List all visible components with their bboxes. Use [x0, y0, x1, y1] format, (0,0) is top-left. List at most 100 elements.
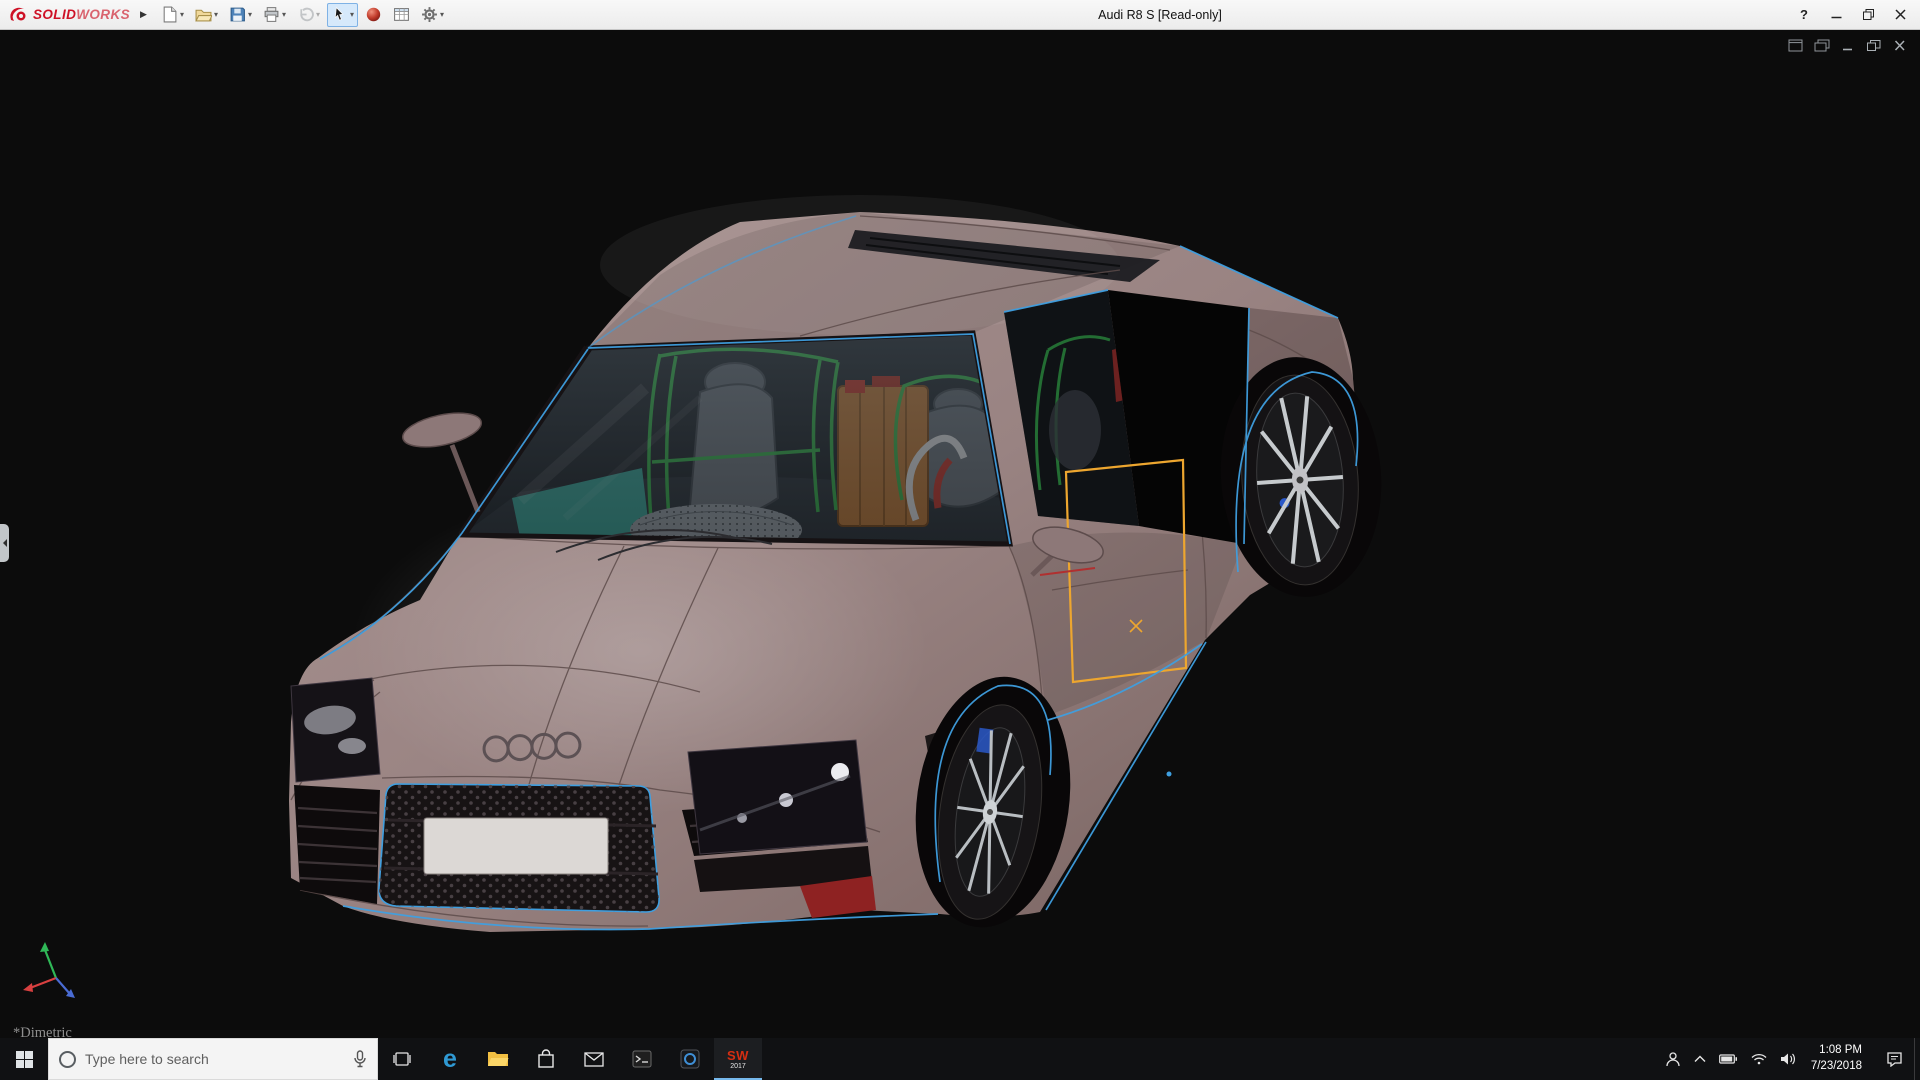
speaker-icon [1780, 1053, 1795, 1065]
gear-icon [422, 7, 437, 22]
dropdown-caret[interactable]: ▾ [316, 10, 320, 19]
mail-envelope-icon [584, 1051, 604, 1067]
brand-text: SOLIDWORKS [33, 7, 131, 22]
solidworks-2017-button[interactable]: SW 2017 [714, 1038, 762, 1080]
vertex-marker [1166, 771, 1172, 777]
save-icon [230, 7, 245, 22]
left-mirror [401, 412, 483, 513]
edge-icon: e [443, 1044, 457, 1073]
start-button[interactable] [0, 1038, 48, 1080]
taskbar-clock[interactable]: 1:08 PM 7/23/2018 [1809, 1043, 1864, 1074]
help-button[interactable]: ? [1788, 0, 1820, 29]
save-button[interactable]: ▾ [225, 3, 256, 27]
print-button[interactable]: ▾ [259, 3, 290, 27]
document-window-controls [1787, 38, 1908, 53]
window-title: Audi R8 S [Read-only] [1098, 7, 1222, 22]
select-tool-button[interactable]: ▾ [327, 2, 359, 27]
select-cursor-icon [334, 6, 344, 21]
task-view-icon [393, 1052, 411, 1066]
file-explorer-button[interactable] [474, 1038, 522, 1080]
restore-icon [1866, 40, 1880, 51]
table-icon [394, 8, 409, 21]
undo-button[interactable]: ▾ [293, 3, 324, 27]
open-folder-icon [195, 9, 212, 22]
battery-button[interactable] [1718, 1054, 1738, 1064]
appearances-button[interactable] [361, 3, 386, 27]
people-icon [1666, 1052, 1680, 1067]
system-tray: 1:08 PM 7/23/2018 [1655, 1038, 1874, 1080]
close-button[interactable] [1884, 0, 1916, 29]
windows-taskbar: e SW 2017 [0, 1038, 1920, 1080]
task-view-button[interactable] [378, 1038, 426, 1080]
y-axis-arrow [40, 942, 49, 952]
restore-icon [1862, 9, 1874, 20]
cortana-icon [59, 1050, 76, 1068]
solidworks-logo: SOLIDWORKS [4, 6, 136, 24]
dassault-logo-icon [10, 7, 26, 21]
new-window-icon [1788, 39, 1802, 52]
command-prompt-button[interactable] [618, 1038, 666, 1080]
show-desktop-button[interactable] [1914, 1038, 1920, 1080]
folder-icon [488, 1052, 509, 1066]
appearance-sphere-icon [366, 7, 381, 22]
dropdown-caret[interactable]: ▾ [282, 10, 286, 19]
store-bag-icon [538, 1049, 554, 1068]
audi-r8-model[interactable] [0, 30, 1920, 1038]
menu-flyout-arrow[interactable]: ▶ [140, 9, 147, 20]
dropdown-caret[interactable]: ▾ [248, 10, 252, 19]
clock-time: 1:08 PM [1819, 1044, 1862, 1057]
restore-button[interactable] [1852, 0, 1884, 29]
people-button[interactable] [1665, 1051, 1681, 1067]
terminal-icon [632, 1050, 652, 1068]
new-document-button[interactable]: ▾ [157, 3, 188, 27]
design-table-button[interactable] [389, 3, 414, 27]
titlebar: SOLIDWORKS ▶ ▾ ▾ ▾ ▾ ▾ ▾ ▾ Audi R8 S [Re… [0, 0, 1920, 30]
new-document-icon [163, 6, 177, 23]
feature-manager-collapse-tab[interactable] [0, 524, 9, 562]
license-plate [423, 817, 609, 875]
x-axis-arrow [23, 983, 33, 992]
right-headlight [687, 739, 868, 855]
orientation-triad[interactable] [18, 938, 90, 1010]
doc-cascade-button[interactable] [1813, 38, 1830, 53]
minimize-button[interactable] [1820, 0, 1852, 29]
graphics-area[interactable]: *Dimetric [0, 30, 1920, 1038]
dropdown-caret[interactable]: ▾ [440, 10, 444, 19]
minimize-icon [1842, 48, 1852, 51]
wifi-icon [1751, 1053, 1767, 1065]
window-controls: ? [1788, 0, 1916, 29]
store-button[interactable] [522, 1038, 570, 1080]
cascade-windows-icon [1814, 39, 1829, 52]
chevron-up-icon [1694, 1055, 1706, 1062]
options-button[interactable]: ▾ [417, 3, 448, 27]
doc-minimize-button[interactable] [1839, 38, 1856, 53]
print-icon [264, 7, 279, 22]
action-center-icon [1886, 1052, 1902, 1067]
mail-button[interactable] [570, 1038, 618, 1080]
quick-toolbar: ▾ ▾ ▾ ▾ ▾ ▾ ▾ [157, 2, 448, 27]
minimize-icon [1831, 16, 1841, 19]
search-input[interactable] [85, 1051, 344, 1067]
network-button[interactable] [1751, 1053, 1767, 1065]
taskbar-search[interactable] [48, 1038, 378, 1080]
edge-button[interactable]: e [426, 1038, 474, 1080]
doc-new-window-button[interactable] [1787, 38, 1804, 53]
doc-close-button[interactable] [1891, 38, 1908, 53]
open-button[interactable]: ▾ [191, 3, 222, 27]
volume-button[interactable] [1780, 1052, 1796, 1066]
microphone-icon[interactable] [353, 1050, 367, 1068]
undo-icon [300, 7, 314, 22]
hidden-icons-button[interactable] [1694, 1055, 1706, 1063]
action-center-button[interactable] [1874, 1038, 1914, 1080]
dropdown-caret[interactable]: ▾ [180, 10, 184, 19]
dropdown-caret[interactable]: ▾ [214, 10, 218, 19]
left-headlight [290, 677, 381, 783]
solidworks-app-icon: SW 2017 [727, 1047, 749, 1070]
media-player-button[interactable] [666, 1038, 714, 1080]
dropdown-caret[interactable]: ▾ [350, 10, 354, 19]
doc-restore-button[interactable] [1865, 38, 1882, 53]
windshield [457, 330, 1013, 561]
view-orientation-label: *Dimetric [13, 1025, 72, 1038]
clock-date: 7/23/2018 [1810, 1060, 1862, 1072]
battery-icon [1718, 1054, 1737, 1064]
